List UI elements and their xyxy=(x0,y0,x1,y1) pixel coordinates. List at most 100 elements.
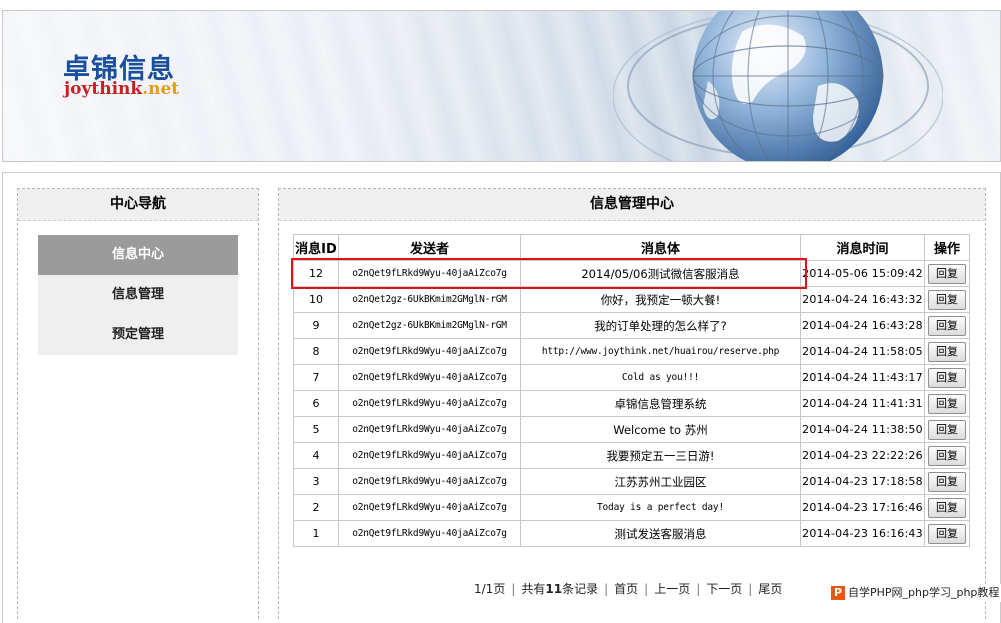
globe-icon xyxy=(613,11,943,161)
cell-body: 你好，我预定一顿大餐! xyxy=(520,286,801,313)
logo-subtitle: joythink.net xyxy=(64,79,179,99)
reply-button[interactable]: 回复 xyxy=(928,523,966,544)
cell-sender: o2nQet9fLRkd9Wyu-40jaAiZco7g xyxy=(338,260,521,287)
cell-sender: o2nQet9fLRkd9Wyu-40jaAiZco7g xyxy=(338,364,521,391)
reply-button[interactable]: 回复 xyxy=(928,419,966,440)
logo-subtitle-suffix: .net xyxy=(142,79,180,99)
cell-id: 9 xyxy=(293,312,339,339)
reply-button[interactable]: 回复 xyxy=(928,315,966,336)
cell-sender: o2nQet9fLRkd9Wyu-40jaAiZco7g xyxy=(338,416,521,443)
table-row: 9 o2nQet2gz-6UkBKmim2GMglN-rGM 我的订单处理的怎么样了… xyxy=(293,312,970,339)
cell-id: 3 xyxy=(293,468,339,495)
watermark: P 自学PHP网_php学习_php教程 xyxy=(829,584,1001,602)
cell-action: 回复 xyxy=(924,468,970,495)
sidebar-item-message-center[interactable]: 信息中心 xyxy=(38,235,238,275)
first-page-link[interactable]: 首页 xyxy=(614,582,638,596)
reply-button[interactable]: 回复 xyxy=(928,445,966,466)
php-logo-icon: P xyxy=(831,586,845,600)
last-page-link[interactable]: 尾页 xyxy=(758,582,782,596)
cell-body: 我要预定五一三日游! xyxy=(520,442,801,469)
cell-id: 7 xyxy=(293,364,339,391)
cell-body: http://www.joythink.net/huairou/reserve.… xyxy=(520,338,801,365)
logo-subtitle-main: joythink xyxy=(64,79,143,99)
cell-id: 6 xyxy=(293,390,339,417)
page-title: 信息管理中心 xyxy=(279,189,985,221)
next-page-link[interactable]: 下一页 xyxy=(706,582,742,596)
watermark-text: 自学PHP网_php学习_php教程 xyxy=(848,586,1000,599)
cell-action: 回复 xyxy=(924,338,970,365)
prev-page-link[interactable]: 上一页 xyxy=(654,582,690,596)
sidebar-title: 中心导航 xyxy=(18,189,258,221)
cell-time: 2014-04-24 11:41:31 xyxy=(800,390,925,417)
cell-time: 2014-04-24 16:43:32 xyxy=(800,286,925,313)
cell-body: 测试发送客服消息 xyxy=(520,520,801,547)
cell-sender: o2nQet9fLRkd9Wyu-40jaAiZco7g xyxy=(338,520,521,547)
column-header-action: 操作 xyxy=(924,234,970,261)
message-table: 消息ID 发送者 消息体 消息时间 操作 12 o2nQet9fLRkd9Wyu-… xyxy=(293,234,970,547)
cell-time: 2014-04-23 22:22:26 xyxy=(800,442,925,469)
cell-action: 回复 xyxy=(924,260,970,287)
cell-id: 10 xyxy=(293,286,339,313)
sidebar-menu: 信息中心 信息管理 预定管理 xyxy=(38,235,238,355)
cell-time: 2014-04-24 11:58:05 xyxy=(800,338,925,365)
cell-action: 回复 xyxy=(924,390,970,417)
cell-action: 回复 xyxy=(924,442,970,469)
cell-body: 卓锦信息管理系统 xyxy=(520,390,801,417)
table-row: 5 o2nQet9fLRkd9Wyu-40jaAiZco7g Welcome to … xyxy=(293,416,970,443)
reply-button[interactable]: 回复 xyxy=(928,497,966,518)
reply-button[interactable]: 回复 xyxy=(928,263,966,284)
cell-id: 12 xyxy=(293,260,339,287)
cell-body: Welcome to 苏州 xyxy=(520,416,801,443)
column-header-sender: 发送者 xyxy=(338,234,521,261)
column-header-id: 消息ID xyxy=(293,234,339,261)
table-row: 1 o2nQet9fLRkd9Wyu-40jaAiZco7g 测试发送客服消息 201… xyxy=(293,520,970,547)
column-header-body: 消息体 xyxy=(520,234,801,261)
cell-body: Today is a perfect day! xyxy=(520,494,801,521)
cell-time: 2014-04-23 17:16:46 xyxy=(800,494,925,521)
page-info: 1/1页 xyxy=(474,582,506,596)
sidebar-item-message-management[interactable]: 信息管理 xyxy=(38,275,238,315)
sidebar: 中心导航 信息中心 信息管理 预定管理 xyxy=(17,188,259,619)
cell-sender: o2nQet9fLRkd9Wyu-40jaAiZco7g xyxy=(338,494,521,521)
cell-action: 回复 xyxy=(924,520,970,547)
sidebar-item-reservation-management[interactable]: 预定管理 xyxy=(38,315,238,355)
pagination: 1/1页 | 共有11条记录 | 首页 | 上一页 | 下一页 | 尾页 xyxy=(474,582,783,596)
cell-action: 回复 xyxy=(924,312,970,339)
cell-time: 2014-04-23 17:18:58 xyxy=(800,468,925,495)
cell-time: 2014-04-23 16:16:43 xyxy=(800,520,925,547)
reply-button[interactable]: 回复 xyxy=(928,341,966,362)
table-header-row: 消息ID 发送者 消息体 消息时间 操作 xyxy=(293,234,970,261)
cell-id: 2 xyxy=(293,494,339,521)
cell-sender: o2nQet2gz-6UkBKmim2GMglN-rGM xyxy=(338,286,521,313)
cell-body: 2014/05/06测试微信客服消息 xyxy=(520,260,801,287)
cell-time: 2014-04-24 11:43:17 xyxy=(800,364,925,391)
cell-sender: o2nQet2gz-6UkBKmim2GMglN-rGM xyxy=(338,312,521,339)
cell-action: 回复 xyxy=(924,494,970,521)
main-panel: 信息管理中心 消息ID 发送者 消息体 消息时间 操作 12 o2nQet9fLR… xyxy=(278,188,986,619)
table-row: 6 o2nQet9fLRkd9Wyu-40jaAiZco7g 卓锦信息管理系统 201… xyxy=(293,390,970,417)
cell-action: 回复 xyxy=(924,364,970,391)
cell-id: 8 xyxy=(293,338,339,365)
cell-body: 我的订单处理的怎么样了? xyxy=(520,312,801,339)
table-row: 4 o2nQet9fLRkd9Wyu-40jaAiZco7g 我要预定五一三日游! 2… xyxy=(293,442,970,469)
cell-time: 2014-05-06 15:09:42 xyxy=(800,260,925,287)
reply-button[interactable]: 回复 xyxy=(928,367,966,388)
cell-sender: o2nQet9fLRkd9Wyu-40jaAiZco7g xyxy=(338,468,521,495)
cell-action: 回复 xyxy=(924,286,970,313)
table-row: 3 o2nQet9fLRkd9Wyu-40jaAiZco7g 江苏苏州工业园区 201… xyxy=(293,468,970,495)
table-row: 8 o2nQet9fLRkd9Wyu-40jaAiZco7g http://www.… xyxy=(293,338,970,365)
table-row: 2 o2nQet9fLRkd9Wyu-40jaAiZco7g Today is a … xyxy=(293,494,970,521)
record-count: 共有11条记录 xyxy=(521,582,599,596)
table-row: 10 o2nQet2gz-6UkBKmim2GMglN-rGM 你好，我预定一顿大餐… xyxy=(293,286,970,313)
reply-button[interactable]: 回复 xyxy=(928,393,966,414)
table-row: 7 o2nQet9fLRkd9Wyu-40jaAiZco7g Cold as you… xyxy=(293,364,970,391)
table-row: 12 o2nQet9fLRkd9Wyu-40jaAiZco7g 2014/05/06… xyxy=(293,260,970,287)
cell-time: 2014-04-24 11:38:50 xyxy=(800,416,925,443)
reply-button[interactable]: 回复 xyxy=(928,289,966,310)
cell-sender: o2nQet9fLRkd9Wyu-40jaAiZco7g xyxy=(338,338,521,365)
cell-time: 2014-04-24 16:43:28 xyxy=(800,312,925,339)
reply-button[interactable]: 回复 xyxy=(928,471,966,492)
cell-id: 5 xyxy=(293,416,339,443)
cell-id: 4 xyxy=(293,442,339,469)
message-table-body: 12 o2nQet9fLRkd9Wyu-40jaAiZco7g 2014/05/06… xyxy=(293,260,970,547)
